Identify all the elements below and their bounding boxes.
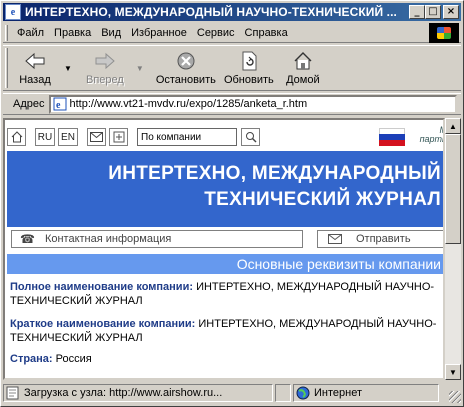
page-viewport: RU EN По компании М партн ИНТЕРТЕХНО, МЕ…	[3, 118, 445, 380]
address-bar: Адрес e http://www.vt21-mvdv.ru/expo/128…	[3, 93, 461, 115]
lang-ru-link[interactable]: RU	[35, 128, 55, 146]
maximize-button[interactable]: □	[425, 5, 441, 19]
banner-title: ИНТЕРТЕХНО, МЕЖДУНАРОДНЫЙ ТЕХНИЧЕСКИЙ ЖУ…	[108, 161, 441, 213]
scroll-up-icon[interactable]: ▲	[445, 118, 461, 134]
menu-help[interactable]: Справка	[240, 27, 293, 39]
back-dropdown-icon[interactable]: ▼	[64, 46, 72, 73]
window-controls: _ □ ×	[409, 5, 459, 19]
vertical-scrollbar[interactable]: ▲ ▼	[445, 118, 461, 380]
menu-favorites[interactable]: Избранное	[126, 27, 192, 39]
stop-icon	[174, 50, 198, 72]
section-title: Основные реквизиты компании	[7, 254, 443, 274]
loading-page-icon	[6, 386, 19, 400]
browser-window: e ИНТЕРТЕХНО, МЕЖДУНАРОДНЫЙ НАУЧНО-ТЕХНИ…	[0, 0, 464, 407]
send-button[interactable]: Отправить	[317, 230, 443, 248]
field-key: Страна:	[10, 353, 53, 365]
home-icon	[291, 50, 315, 72]
home-label: Домой	[286, 74, 320, 86]
contact-info-button[interactable]: ☎ Контактная информация	[11, 230, 303, 248]
lang-en-link[interactable]: EN	[58, 128, 78, 146]
banner-line-2: ТЕХНИЧЕСКИЙ ЖУРНАЛ	[204, 189, 441, 210]
contact-row: ☎ Контактная информация Отправить	[7, 230, 443, 248]
status-zone: Интернет	[314, 387, 362, 399]
field-short-name: Краткое наименование компании: ИНТЕРТЕХН…	[10, 317, 443, 345]
back-button[interactable]: Назад	[12, 46, 58, 90]
field-full-name: Полное наименование компании: ИНТЕРТЕХНО…	[10, 280, 443, 308]
field-country: Страна: Россия	[10, 352, 443, 366]
site-sitemap-icon[interactable]	[109, 128, 128, 146]
site-home-icon[interactable]	[7, 128, 26, 146]
forward-dropdown-icon[interactable]: ▼	[136, 46, 144, 73]
russian-flag-icon[interactable]	[379, 128, 405, 146]
send-label: Отправить	[356, 233, 411, 245]
scroll-down-icon[interactable]: ▼	[445, 364, 461, 380]
ie-page-icon: e	[5, 4, 21, 20]
status-zone-cell: Интернет	[293, 384, 439, 402]
internet-globe-icon	[296, 386, 310, 400]
refresh-icon	[237, 50, 261, 72]
close-button[interactable]: ×	[443, 5, 459, 19]
window-title: ИНТЕРТЕХНО, МЕЖДУНАРОДНЫЙ НАУЧНО-ТЕХНИЧЕ…	[25, 5, 397, 19]
stop-label: Остановить	[155, 74, 216, 86]
forward-label: Вперед	[86, 74, 124, 86]
refresh-label: Обновить	[223, 74, 274, 86]
site-mail-icon[interactable]	[87, 128, 106, 146]
stop-button[interactable]: Остановить	[152, 46, 220, 90]
field-key: Краткое наименование компании:	[10, 318, 196, 330]
menu-tools[interactable]: Сервис	[192, 27, 240, 39]
title-bar[interactable]: e ИНТЕРТЕХНО, МЕЖДУНАРОДНЫЙ НАУЧНО-ТЕХНИ…	[3, 3, 461, 21]
resize-grip-icon[interactable]	[449, 391, 461, 403]
field-value: Россия	[55, 353, 92, 365]
address-input[interactable]: e http://www.vt21-mvdv.ru/expo/1285/anke…	[48, 94, 457, 114]
menu-bar: Файл Правка Вид Избранное Сервис Справка	[3, 23, 461, 43]
menu-grip[interactable]	[5, 24, 8, 41]
site-banner: ИНТЕРТЕХНО, МЕЖДУНАРОДНЫЙ ТЕХНИЧЕСКИЙ ЖУ…	[7, 151, 443, 227]
site-search-icon[interactable]	[241, 128, 260, 146]
status-bar: Загрузка с узла: http://www.airshow.ru..…	[3, 383, 461, 403]
menu-view[interactable]: Вид	[96, 27, 126, 39]
windows-logo-icon	[429, 23, 459, 43]
menu-file[interactable]: Файл	[12, 27, 49, 39]
forward-button[interactable]: Вперед	[80, 46, 130, 90]
status-text: Загрузка с узла: http://www.airshow.ru..…	[24, 387, 223, 399]
menu-edit[interactable]: Правка	[49, 27, 96, 39]
field-key: Полное наименование компании:	[10, 281, 193, 293]
banner-line-1: ИНТЕРТЕХНО, МЕЖДУНАРОДНЫЙ	[108, 163, 441, 184]
refresh-button[interactable]: Обновить	[220, 46, 278, 90]
back-arrow-icon	[23, 50, 47, 72]
toolbar-grip[interactable]	[5, 48, 8, 88]
back-label: Назад	[19, 74, 51, 86]
address-label: Адрес	[13, 98, 45, 110]
scroll-thumb[interactable]	[445, 134, 461, 244]
svg-text:e: e	[56, 100, 61, 111]
phone-icon: ☎	[20, 232, 35, 246]
standard-toolbar: Назад ▼ Вперед ▼ Остановить Обновить Дом…	[3, 45, 461, 91]
envelope-icon	[328, 234, 342, 244]
home-button[interactable]: Домой	[278, 46, 328, 90]
status-text-cell: Загрузка с узла: http://www.airshow.ru..…	[3, 384, 273, 402]
address-url: http://www.vt21-mvdv.ru/expo/1285/anketa…	[69, 98, 308, 110]
forward-arrow-icon	[93, 50, 117, 72]
site-search-input[interactable]: По компании	[137, 128, 237, 146]
partner-note: М партн	[419, 126, 445, 144]
page-icon: e	[53, 97, 66, 111]
contact-label: Контактная информация	[44, 233, 172, 245]
minimize-button[interactable]: _	[409, 5, 425, 19]
site-top-toolbar: RU EN По компании М партн	[7, 124, 445, 150]
status-progress-cell	[275, 384, 291, 402]
